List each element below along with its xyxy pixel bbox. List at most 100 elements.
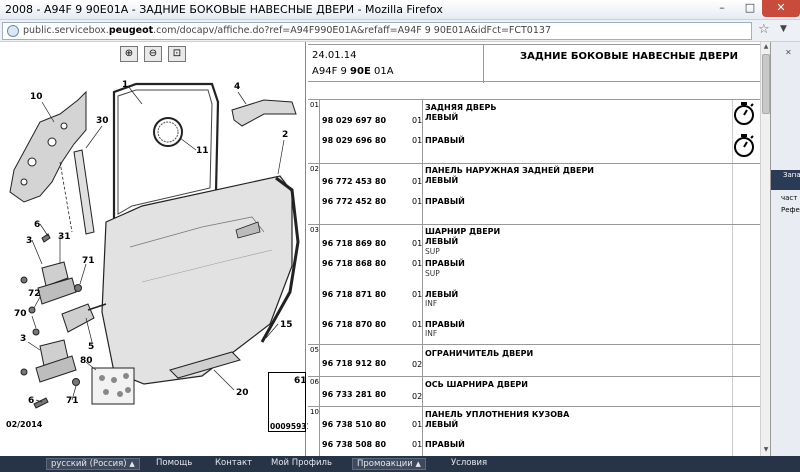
scroll-up-icon[interactable]: ▲ bbox=[762, 43, 770, 52]
scrollbar-thumb[interactable] bbox=[762, 54, 770, 114]
table-header-left: 24.01.14 A94F 9 90E 01A bbox=[308, 45, 484, 83]
language-select[interactable]: русский (Россия) ▲ bbox=[46, 458, 140, 470]
callout-6-bottom[interactable]: 6 bbox=[28, 396, 34, 406]
part-name: ЗАДНЯЯ ДВЕРЬ bbox=[425, 103, 497, 112]
part-name: ШАРНИР ДВЕРИ bbox=[425, 227, 501, 236]
part-side: ЛЕВЫЙ bbox=[425, 113, 459, 122]
callout-71-top[interactable]: 71 bbox=[82, 256, 95, 266]
scroll-down-icon[interactable]: ▼ bbox=[762, 446, 770, 455]
part-qty: 01 bbox=[412, 136, 423, 145]
address-bar[interactable]: public.servicebox.peugeot.com/docapv/aff… bbox=[2, 22, 752, 40]
callout-11[interactable]: 11 bbox=[196, 146, 209, 156]
part-number[interactable]: 96 718 870 80 bbox=[322, 320, 386, 329]
callout-31[interactable]: 31 bbox=[58, 232, 71, 242]
part-qty: 01 bbox=[412, 177, 423, 186]
part-position: SUP bbox=[425, 269, 440, 278]
part-side: ПРАВЫЙ bbox=[425, 440, 465, 449]
part-qty: 01 bbox=[412, 116, 423, 125]
part-number[interactable]: 96 718 871 80 bbox=[322, 290, 386, 299]
address-toolbar: public.servicebox.peugeot.com/docapv/aff… bbox=[0, 20, 800, 42]
part-side: ЛЕВЫЙ bbox=[425, 176, 459, 185]
part-name: ОСЬ ШАРНИРА ДВЕРИ bbox=[425, 380, 528, 389]
part-qty: 01 bbox=[412, 290, 423, 299]
callout-30[interactable]: 30 bbox=[96, 116, 109, 126]
footer-link-contact[interactable]: Контакт bbox=[211, 458, 256, 468]
callout-3-bottom[interactable]: 3 bbox=[20, 334, 26, 344]
minimize-button[interactable]: – bbox=[708, 0, 736, 17]
chevron-down-icon: ▲ bbox=[129, 460, 135, 468]
table-header: 24.01.14 A94F 9 90E 01A ЗАДНИЕ БОКОВЫЕ Н… bbox=[308, 44, 760, 83]
parts-group-01: 01 ЗАДНЯЯ ДВЕРЬ 98 029 697 80 01 ЛЕВЫЙ 9… bbox=[308, 99, 760, 163]
part-number[interactable]: 96 718 868 80 bbox=[322, 259, 386, 268]
maximize-button[interactable]: □ bbox=[736, 0, 764, 17]
part-side: ПРАВЫЙ bbox=[425, 320, 465, 329]
callout-15[interactable]: 15 bbox=[280, 320, 293, 330]
part-qty: 02 bbox=[412, 360, 423, 369]
part-qty: 01 bbox=[412, 239, 423, 248]
background-window-banner: Запа bbox=[771, 170, 800, 190]
parts-group-06: 06 ОСЬ ШАРНИРА ДВЕРИ 96 733 281 80 02 bbox=[308, 376, 760, 406]
background-window-text: Рефе bbox=[781, 206, 800, 214]
part-qty: 01 bbox=[412, 320, 423, 329]
parts-group-02: 02 ПАНЕЛЬ НАРУЖНАЯ ЗАДНЕЙ ДВЕРИ 96 772 4… bbox=[308, 163, 760, 224]
part-qty: 01 bbox=[412, 259, 423, 268]
callout-80[interactable]: 80 bbox=[80, 356, 93, 366]
part-number[interactable]: 98 029 696 80 bbox=[322, 136, 386, 145]
part-number[interactable]: 98 029 697 80 bbox=[322, 116, 386, 125]
part-position: INF bbox=[425, 299, 438, 308]
footer-link-help[interactable]: Помощь bbox=[152, 458, 196, 468]
catalog-date: 24.01.14 bbox=[312, 50, 357, 61]
part-number[interactable]: 96 738 510 80 bbox=[322, 420, 386, 429]
catalog-code: A94F 9 90E 01A bbox=[312, 66, 394, 77]
callout-61[interactable]: 61 bbox=[294, 376, 307, 386]
address-text[interactable]: public.servicebox.peugeot.com/docapv/aff… bbox=[23, 25, 551, 36]
part-number[interactable]: 96 718 912 80 bbox=[322, 359, 386, 368]
part-qty: 01 bbox=[412, 420, 423, 429]
background-window-text: част bbox=[781, 194, 798, 202]
callout-1[interactable]: 1 bbox=[122, 80, 128, 90]
window-titlebar: 2008 - A94F 9 90E01A - ЗАДНИЕ БОКОВЫЕ НА… bbox=[0, 0, 800, 20]
part-number[interactable]: 96 772 452 80 bbox=[322, 197, 386, 206]
labour-time-icon[interactable] bbox=[732, 101, 756, 125]
part-number[interactable]: 96 733 281 80 bbox=[322, 390, 386, 399]
chevron-down-icon[interactable]: ▼ bbox=[780, 24, 787, 34]
page-content: ⊕ ⊖ ⊡ 10 1 4 2 30 11 6 31 3 71 72 70 5 1… bbox=[0, 42, 800, 456]
footer-link-profile[interactable]: Мой Профиль bbox=[267, 458, 336, 468]
part-number[interactable]: 96 718 869 80 bbox=[322, 239, 386, 248]
labour-time-icon[interactable] bbox=[732, 133, 756, 157]
group-number: 05 bbox=[310, 346, 319, 354]
page-title: ЗАДНИЕ БОКОВЫЕ НАВЕСНЫЕ ДВЕРИ bbox=[520, 51, 738, 62]
callout-70[interactable]: 70 bbox=[14, 309, 27, 319]
part-number[interactable]: 96 738 508 80 bbox=[322, 440, 386, 449]
part-side: ЛЕВЫЙ bbox=[425, 237, 459, 246]
part-side: ПРАВЫЙ bbox=[425, 259, 465, 268]
callout-6-top[interactable]: 6 bbox=[34, 220, 40, 230]
callout-2[interactable]: 2 bbox=[282, 130, 288, 140]
callout-3-top[interactable]: 3 bbox=[26, 236, 32, 246]
callout-71-bottom[interactable]: 71 bbox=[66, 396, 79, 406]
footer-promo-button[interactable]: Промоакции ▲ bbox=[352, 458, 426, 470]
callout-4[interactable]: 4 bbox=[234, 82, 240, 92]
part-qty: 01 bbox=[412, 197, 423, 206]
callout-10[interactable]: 10 bbox=[30, 92, 43, 102]
footer-link-terms[interactable]: Условия bbox=[447, 458, 491, 468]
parts-group-10: 10 ПАНЕЛЬ УПЛОТНЕНИЯ КУЗОВА 96 738 510 8… bbox=[308, 406, 760, 456]
callout-72[interactable]: 72 bbox=[28, 289, 41, 299]
window-title: 2008 - A94F 9 90E01A - ЗАДНИЕ БОКОВЫЕ НА… bbox=[5, 3, 443, 16]
part-side: ЛЕВЫЙ bbox=[425, 290, 459, 299]
callout-20[interactable]: 20 bbox=[236, 388, 249, 398]
background-window: ✕ Запа част Рефе bbox=[770, 42, 800, 456]
group-number: 03 bbox=[310, 226, 319, 234]
part-number[interactable]: 96 772 453 80 bbox=[322, 177, 386, 186]
bookmark-star-icon[interactable]: ☆ bbox=[758, 22, 770, 37]
group-number: 06 bbox=[310, 378, 319, 386]
group-number: 10 bbox=[310, 408, 319, 416]
part-side: ЛЕВЫЙ bbox=[425, 420, 459, 429]
parts-diagram-pane: ⊕ ⊖ ⊡ 10 1 4 2 30 11 6 31 3 71 72 70 5 1… bbox=[2, 42, 312, 456]
close-icon[interactable]: ✕ bbox=[785, 48, 792, 57]
close-button[interactable]: ✕ bbox=[762, 0, 800, 17]
part-qty: 01 bbox=[412, 440, 423, 449]
site-identity-icon[interactable] bbox=[7, 25, 19, 37]
vertical-scrollbar[interactable]: ▲ ▼ bbox=[760, 42, 770, 456]
callout-5[interactable]: 5 bbox=[88, 342, 94, 352]
